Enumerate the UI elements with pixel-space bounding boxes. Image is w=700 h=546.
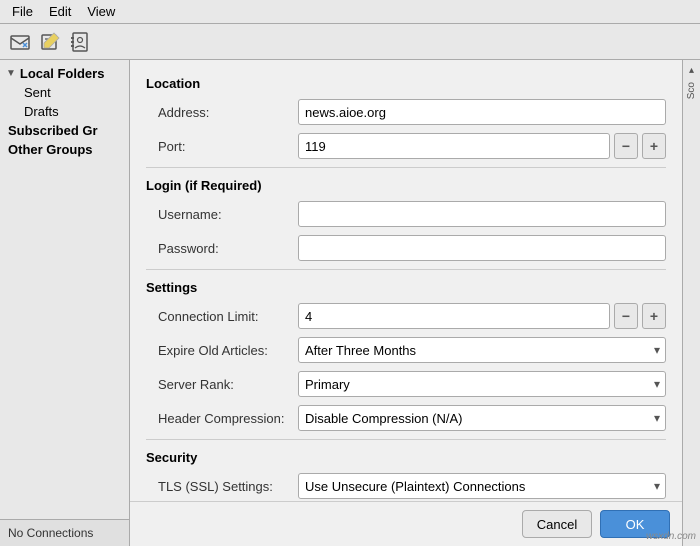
menu-edit[interactable]: Edit (41, 2, 79, 21)
expire-row: Expire Old Articles: After Three Months … (146, 337, 666, 363)
username-input[interactable] (298, 201, 666, 227)
divider-settings (146, 439, 666, 440)
username-label: Username: (158, 207, 298, 222)
section-login-title: Login (if Required) (146, 178, 666, 193)
right-label: Sco (686, 82, 697, 99)
password-row: Password: (146, 235, 666, 261)
sidebar-item-other-groups[interactable]: Other Groups (0, 140, 129, 159)
port-control: − + (298, 133, 666, 159)
password-label: Password: (158, 241, 298, 256)
sidebar-item-drafts[interactable]: Drafts (0, 102, 129, 121)
address-row: Address: (146, 99, 666, 125)
section-settings-title: Settings (146, 280, 666, 295)
button-bar: Cancel OK (130, 501, 682, 546)
right-panel: ▴ Sco (682, 60, 700, 546)
connection-limit-increment-button[interactable]: + (642, 303, 666, 329)
tls-label: TLS (SSL) Settings: (158, 479, 298, 494)
write-icon[interactable] (38, 30, 62, 54)
connection-limit-row: Connection Limit: − + (146, 303, 666, 329)
port-input[interactable] (298, 133, 610, 159)
toolbar (0, 24, 700, 60)
sidebar-item-sent[interactable]: Sent (0, 83, 129, 102)
server-rank-row: Server Rank: Primary Secondary Tertiary (146, 371, 666, 397)
connection-limit-control: − + (298, 303, 666, 329)
get-messages-icon[interactable] (8, 30, 32, 54)
port-row: Port: − + (146, 133, 666, 159)
expire-control: After Three Months Never After One Week … (298, 337, 666, 363)
sidebar: ▼ Local Folders Sent Drafts Subscribed G… (0, 60, 130, 546)
username-control (298, 201, 666, 227)
divider-location (146, 167, 666, 168)
header-compression-select-wrapper: Disable Compression (N/A) Enable Compres… (298, 405, 666, 431)
connection-limit-input[interactable] (298, 303, 610, 329)
menubar: File Edit View (0, 0, 700, 24)
password-input[interactable] (298, 235, 666, 261)
main-area: ▼ Local Folders Sent Drafts Subscribed G… (0, 60, 700, 546)
header-compression-row: Header Compression: Disable Compression … (146, 405, 666, 431)
menu-view[interactable]: View (79, 2, 123, 21)
connection-limit-decrement-button[interactable]: − (614, 303, 638, 329)
sidebar-footer: No Connections (0, 519, 129, 546)
password-control (298, 235, 666, 261)
dialog-area: Location Address: Port: − + Login (if Re… (130, 60, 682, 546)
tls-select-wrapper: Use Unsecure (Plaintext) Connections Alw… (298, 473, 666, 499)
server-rank-label: Server Rank: (158, 377, 298, 392)
section-security-title: Security (146, 450, 666, 465)
watermark: wsxdn.com (646, 531, 696, 542)
header-compression-control: Disable Compression (N/A) Enable Compres… (298, 405, 666, 431)
port-increment-button[interactable]: + (642, 133, 666, 159)
address-input[interactable] (298, 99, 666, 125)
sidebar-content: ▼ Local Folders Sent Drafts Subscribed G… (0, 60, 129, 519)
connection-limit-label: Connection Limit: (158, 309, 298, 324)
tls-row: TLS (SSL) Settings: Use Unsecure (Plaint… (146, 473, 666, 499)
address-control (298, 99, 666, 125)
header-compression-label: Header Compression: (158, 411, 298, 426)
port-label: Port: (158, 139, 298, 154)
address-label: Address: (158, 105, 298, 120)
server-rank-select-wrapper: Primary Secondary Tertiary (298, 371, 666, 397)
username-row: Username: (146, 201, 666, 227)
server-rank-control: Primary Secondary Tertiary (298, 371, 666, 397)
tls-select[interactable]: Use Unsecure (Plaintext) Connections Alw… (298, 473, 666, 499)
divider-login (146, 269, 666, 270)
expand-triangle: ▼ (6, 68, 16, 79)
section-location-title: Location (146, 76, 666, 91)
header-compression-select[interactable]: Disable Compression (N/A) Enable Compres… (298, 405, 666, 431)
sidebar-item-local-folders[interactable]: ▼ Local Folders (0, 64, 129, 83)
scroll-up-arrow[interactable]: ▴ (684, 62, 700, 78)
expire-select-wrapper: After Three Months Never After One Week … (298, 337, 666, 363)
sidebar-item-subscribed[interactable]: Subscribed Gr (0, 121, 129, 140)
port-decrement-button[interactable]: − (614, 133, 638, 159)
server-rank-select[interactable]: Primary Secondary Tertiary (298, 371, 666, 397)
expire-select[interactable]: After Three Months Never After One Week … (298, 337, 666, 363)
expire-label: Expire Old Articles: (158, 343, 298, 358)
dialog-scroll[interactable]: Location Address: Port: − + Login (if Re… (130, 60, 682, 501)
menu-file[interactable]: File (4, 2, 41, 21)
address-book-icon[interactable] (68, 30, 92, 54)
cancel-button[interactable]: Cancel (522, 510, 592, 538)
